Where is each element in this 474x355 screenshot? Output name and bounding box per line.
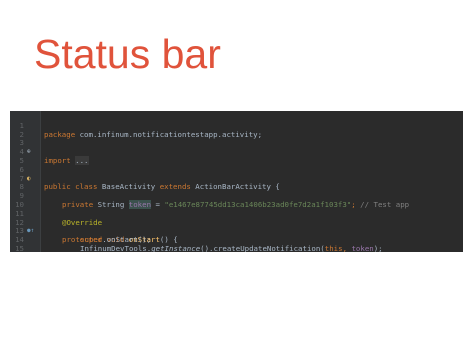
code-line[interactable]: 8 bbox=[10, 175, 463, 192]
code-line[interactable]: 6 ◐ public class BaseActivity extends Ac… bbox=[10, 157, 463, 191]
code-line[interactable]: 5 bbox=[10, 148, 463, 165]
code-line[interactable]: 15 } bbox=[10, 236, 463, 252]
code-line[interactable]: 4 bbox=[10, 139, 463, 156]
code-line[interactable]: 1 package com.infinum.notificationtestap… bbox=[10, 113, 463, 138]
code-line[interactable]: 9 private String token = "e1467e87745dd1… bbox=[10, 183, 463, 209]
code-line[interactable]: 14 InfinumDevTools.getInstance().createU… bbox=[10, 227, 463, 252]
code-line[interactable]: 11 @Override bbox=[10, 201, 463, 226]
code-line[interactable]: 3 ⊕ import ... bbox=[10, 131, 463, 165]
code-line[interactable]: 7 bbox=[10, 166, 463, 183]
code-editor[interactable]: 1 package com.infinum.notificationtestap… bbox=[10, 111, 463, 252]
slide-title: Status bar bbox=[34, 31, 221, 77]
code-line[interactable]: 13 super.onStart(); bbox=[10, 219, 463, 244]
code-line[interactable]: 2 bbox=[10, 122, 463, 139]
code-line[interactable]: 16 } bbox=[10, 245, 463, 252]
code-line[interactable]: 12 ●↑ protected void onStart() { bbox=[10, 210, 463, 244]
code-line[interactable]: 10 bbox=[10, 192, 463, 209]
